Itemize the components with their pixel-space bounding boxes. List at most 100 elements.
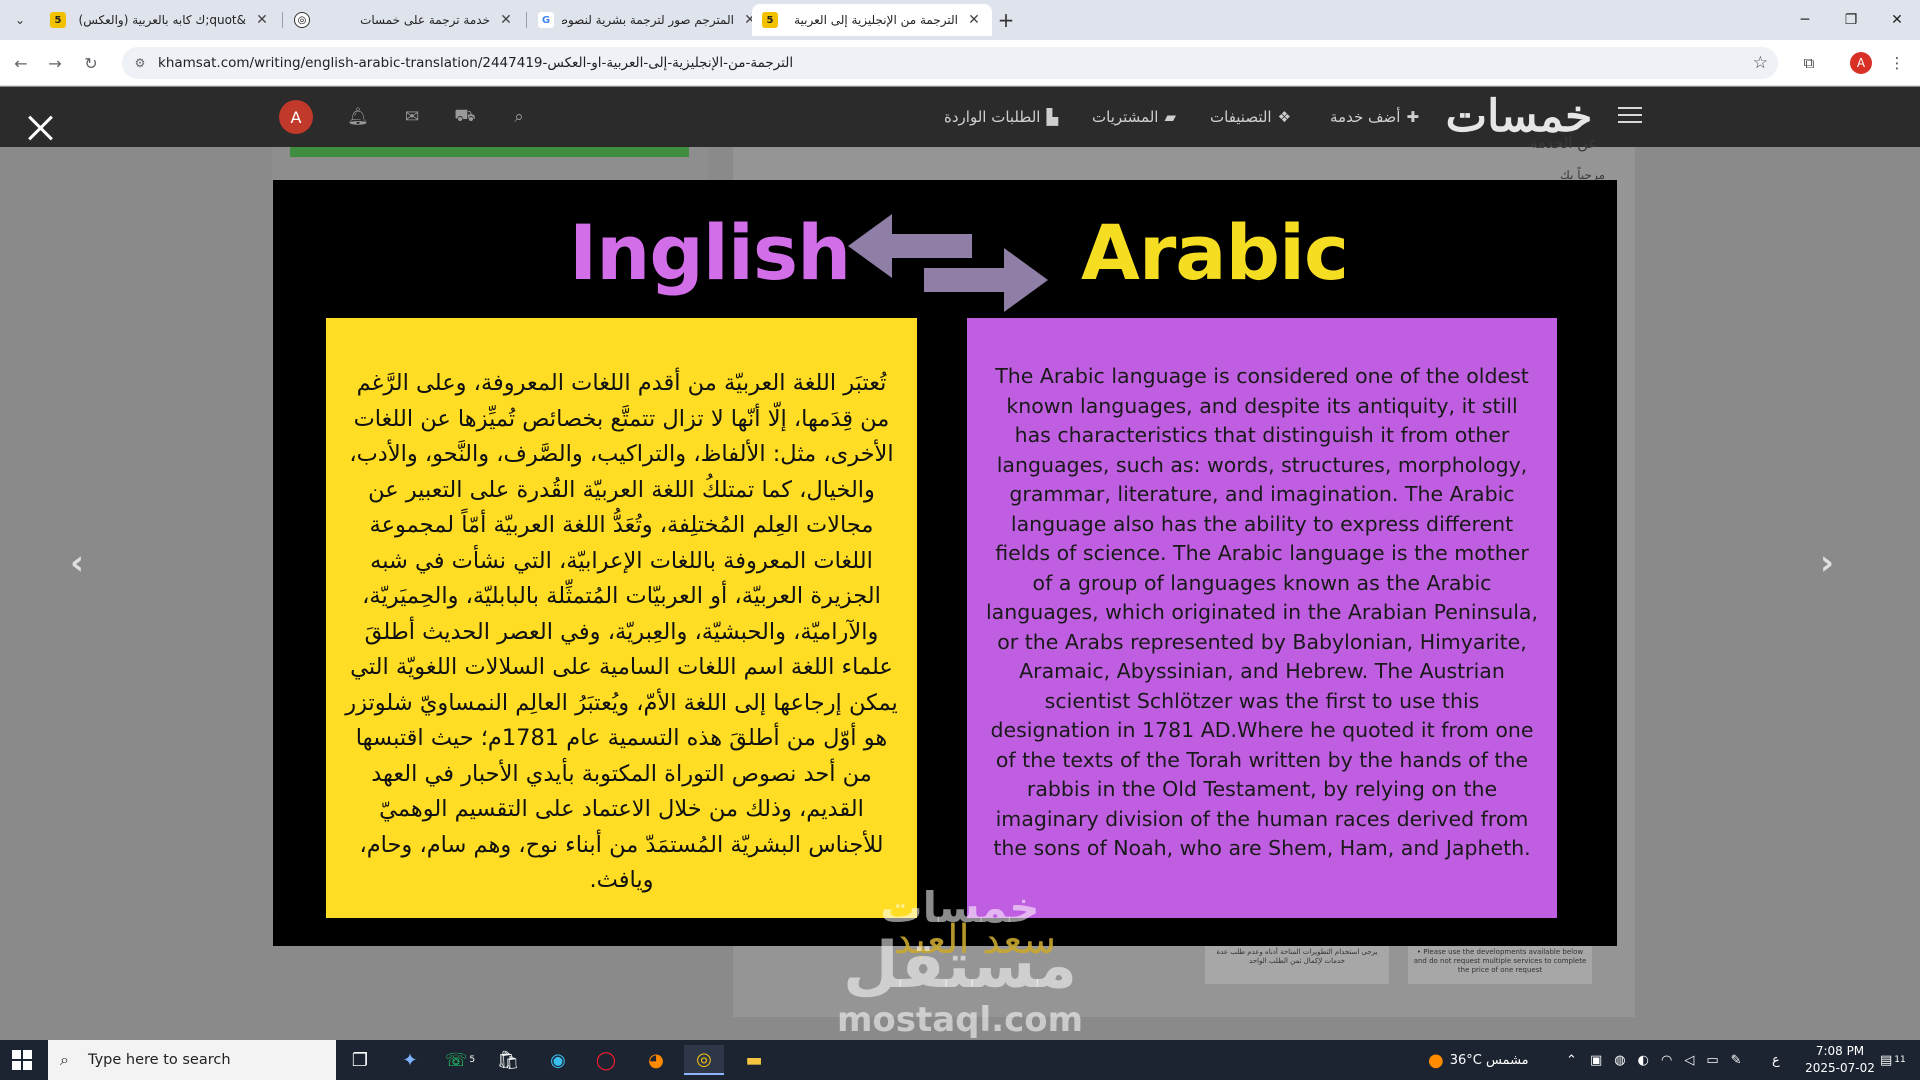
- nav-incoming-requests[interactable]: ▙ الطلبات الواردة: [944, 105, 1058, 129]
- browser-toolbar: ← → ↻ ⚙ khamsat.com/writing/english-arab…: [0, 40, 1920, 86]
- taskbar-search-box[interactable]: ⌕ Type here to search: [48, 1040, 336, 1080]
- minimize-icon[interactable]: ─: [1782, 0, 1828, 40]
- new-tab-plus-icon[interactable]: +: [994, 8, 1018, 32]
- opera-icon[interactable]: ◯: [586, 1045, 626, 1075]
- nav-label: أضف خدمة: [1330, 108, 1401, 126]
- hamburger-menu-icon[interactable]: [1618, 107, 1642, 125]
- windows-start-icon[interactable]: [12, 1050, 32, 1070]
- bell-icon[interactable]: 🔔︎: [346, 105, 370, 129]
- lightbox-prev-chevron-icon[interactable]: ‹: [62, 543, 92, 583]
- nav-categories[interactable]: ❖ التصنيفات: [1210, 105, 1291, 129]
- task-view-icon[interactable]: ❐: [340, 1045, 380, 1075]
- arabic-paragraph: تُعتبَر اللغة العربيّة من أقدم اللغات ال…: [345, 370, 898, 893]
- user-avatar[interactable]: A: [279, 100, 313, 134]
- swap-arrows-icon: [848, 214, 1048, 312]
- cubes-icon: ❖: [1277, 108, 1292, 126]
- tab-search-chevron-icon[interactable]: ⌄: [8, 8, 32, 32]
- browser-profile-avatar[interactable]: A: [1850, 52, 1872, 74]
- title-arabic: Arabic: [1081, 208, 1349, 297]
- pen-icon[interactable]: ✎: [1731, 1053, 1742, 1068]
- mostaql-watermark: خمسات مستقل mostaql.com: [830, 885, 1090, 1055]
- tray-app-icon[interactable]: ◐: [1638, 1053, 1649, 1068]
- watermark-mostaql: مستقل: [842, 929, 1078, 1003]
- openai-favicon-icon: ◎: [294, 12, 310, 28]
- weather-widget[interactable]: ● 36°C مشمس: [1428, 1040, 1529, 1080]
- store-icon[interactable]: 🛍︎: [488, 1045, 528, 1075]
- site-settings-icon[interactable]: ⚙: [132, 55, 148, 71]
- tab-close-icon[interactable]: ✕: [254, 12, 270, 28]
- lightbox-image: Inglish Arabic تُعتبَر اللغة العربيّة من…: [273, 180, 1617, 946]
- browser-menu-dots-icon[interactable]: ⋮: [1884, 50, 1910, 76]
- nav-label: الطلبات الواردة: [944, 108, 1041, 126]
- edge-icon[interactable]: ◉: [538, 1045, 578, 1075]
- bg-heading: عن الخدمة: [1530, 134, 1598, 152]
- volume-icon[interactable]: ◁: [1684, 1053, 1694, 1068]
- bookmark-star-icon[interactable]: ☆: [1753, 53, 1768, 73]
- notification-count: 11: [1894, 1055, 1906, 1065]
- tab-title: المترجم صور لترجمة بشرية لنصوص: [562, 13, 734, 27]
- tab-2[interactable]: ◎ خدمة ترجمة على خمسات ✕: [284, 4, 524, 36]
- input-language[interactable]: ع: [1772, 1040, 1780, 1080]
- tray-app-icon[interactable]: ▣: [1590, 1053, 1602, 1068]
- lightbox-close-icon[interactable]: [26, 114, 54, 142]
- nav-label: التصنيفات: [1210, 108, 1272, 126]
- extensions-puzzle-icon[interactable]: ⧉: [1796, 50, 1822, 76]
- tab-divider: [282, 12, 283, 28]
- nav-add-service[interactable]: ✚ أضف خدمة: [1330, 105, 1419, 129]
- whatsapp-icon[interactable]: ☏ 5: [440, 1045, 480, 1075]
- chrome-icon[interactable]: ◎: [684, 1045, 724, 1075]
- tab-title: الترجمة من الإنجليزية إلى العربية: [794, 13, 958, 27]
- reload-icon[interactable]: ↻: [78, 50, 104, 76]
- google-favicon-icon: G: [538, 12, 554, 28]
- watermark-url: mostaql.com: [836, 1000, 1084, 1040]
- windows-taskbar: ⌕ Type here to search ❐ ✦ ☏ 5 🛍︎ ◉ ◯ ◕ ◎ …: [0, 1040, 1920, 1080]
- lightbox-next-chevron-icon[interactable]: ›: [1812, 543, 1842, 583]
- english-text-card: The Arabic language is considered one of…: [967, 318, 1557, 918]
- english-paragraph: The Arabic language is considered one of…: [985, 364, 1539, 860]
- cart-icon[interactable]: ⛟: [453, 105, 477, 129]
- taskbar-clock[interactable]: 7:08 PM 2025-07-02: [1800, 1043, 1880, 1077]
- browser-tabstrip: ⌄ 5 &quot;ك كابه بالعربية (والعكس) ✕ ◎ خ…: [0, 0, 1920, 40]
- close-window-icon[interactable]: ✕: [1874, 0, 1920, 40]
- nav-label: المشتريات: [1092, 108, 1159, 126]
- search-icon: ⌕: [60, 1050, 69, 1069]
- tab-4-active[interactable]: 5 الترجمة من الإنجليزية إلى العربية ✕: [752, 4, 992, 36]
- back-arrow-icon[interactable]: ←: [8, 50, 34, 76]
- forward-arrow-icon[interactable]: →: [42, 50, 68, 76]
- sun-icon: ●: [1428, 1049, 1444, 1071]
- restore-icon[interactable]: ❐: [1828, 0, 1874, 40]
- khamsat-favicon-icon: 5: [50, 12, 66, 28]
- whatsapp-badge: 5: [469, 1055, 476, 1065]
- khamsat-favicon-icon: 5: [762, 12, 778, 28]
- tab-3[interactable]: G المترجم صور لترجمة بشرية لنصوص ✕: [528, 4, 768, 36]
- truck-icon: ▙: [1046, 108, 1058, 126]
- watermark-khamsat: خمسات: [880, 883, 1040, 932]
- tab-close-icon[interactable]: ✕: [498, 12, 514, 28]
- system-tray-icons[interactable]: ▣ ◍ ◐ ◠ ◁ ▭ ✎: [1590, 1040, 1742, 1080]
- tray-chevron-icon[interactable]: ⌃: [1566, 1040, 1577, 1080]
- url-text: khamsat.com/writing/english-arabic-trans…: [158, 55, 794, 71]
- title-english: Inglish: [569, 208, 851, 297]
- firefox-icon[interactable]: ◕: [636, 1045, 676, 1075]
- gallery-thumbnail[interactable]: يرجى استخدام التطويرات المتاحة أدناه وعد…: [1205, 944, 1389, 984]
- search-placeholder: Type here to search: [88, 1052, 231, 1068]
- plus-icon: ✚: [1406, 108, 1420, 126]
- gallery-thumbnail[interactable]: • Please use the developments available …: [1408, 944, 1592, 984]
- file-explorer-icon[interactable]: ▬: [734, 1045, 774, 1075]
- battery-icon[interactable]: ▭: [1706, 1053, 1718, 1068]
- folder-icon: ▰: [1164, 108, 1177, 126]
- address-bar[interactable]: ⚙ khamsat.com/writing/english-arabic-tra…: [122, 47, 1778, 79]
- copilot-icon[interactable]: ✦: [390, 1045, 430, 1075]
- green-action-bar: [290, 147, 689, 157]
- nav-purchases[interactable]: ▰ المشتريات: [1092, 105, 1176, 129]
- search-icon[interactable]: ⌕: [507, 105, 531, 129]
- tray-app-icon[interactable]: ◍: [1614, 1053, 1625, 1068]
- wifi-icon[interactable]: ◠: [1661, 1053, 1672, 1068]
- clock-time: 7:08 PM: [1815, 1044, 1865, 1058]
- mail-icon[interactable]: ✉: [400, 105, 424, 129]
- tab-close-icon[interactable]: ✕: [966, 12, 982, 28]
- clock-date: 2025-07-02: [1805, 1061, 1875, 1075]
- notification-center-icon[interactable]: ▤ 11: [1880, 1040, 1906, 1080]
- tab-1[interactable]: 5 &quot;ك كابه بالعربية (والعكس) ✕: [40, 4, 280, 36]
- weather-text: 36°C مشمس: [1449, 1052, 1529, 1068]
